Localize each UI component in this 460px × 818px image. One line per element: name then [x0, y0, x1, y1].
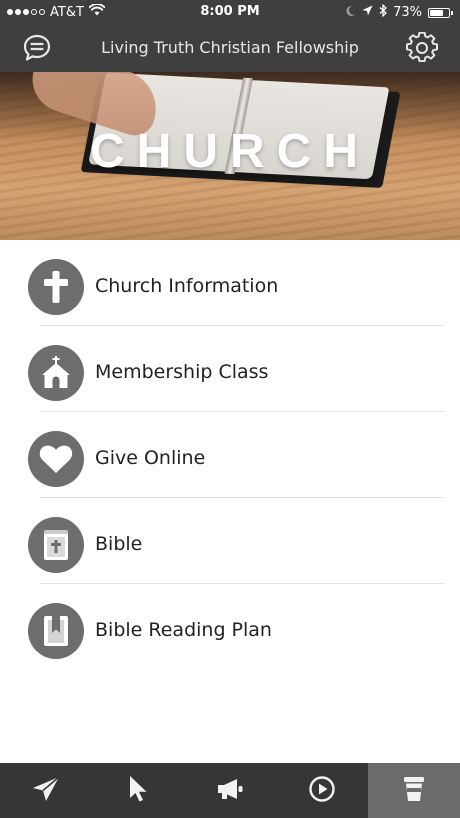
cup-icon [402, 775, 426, 807]
signal-dot [23, 9, 29, 15]
tab-play[interactable] [276, 763, 368, 818]
menu-item-bible-reading-plan[interactable]: Bible Reading Plan [0, 584, 460, 670]
tab-cursor[interactable] [92, 763, 184, 818]
location-arrow-icon [362, 5, 373, 20]
cross-icon [28, 259, 84, 315]
nav-title: Living Truth Christian Fellowship [101, 38, 359, 57]
menu-label: Membership Class [95, 361, 269, 383]
carrier-label: AT&T [50, 4, 84, 20]
signal-dot [31, 9, 37, 15]
menu-item-membership-class[interactable]: Membership Class [0, 326, 460, 412]
battery-fill [430, 9, 444, 16]
menu-list: Church Information Membership Class Give… [0, 240, 460, 670]
hero-title: CHURCH [90, 125, 370, 178]
nav-bar: Living Truth Christian Fellowship [0, 24, 460, 72]
status-bar: AT&T 8:00 PM 73% [0, 0, 460, 24]
signal-strength-icon [7, 9, 45, 15]
menu-item-church-information[interactable]: Church Information [0, 240, 460, 326]
moon-icon [345, 5, 356, 21]
bluetooth-icon [379, 3, 388, 21]
menu-label: Bible Reading Plan [95, 619, 272, 641]
signal-dot [39, 9, 45, 15]
paper-plane-icon [32, 775, 60, 806]
menu-label: Give Online [95, 447, 206, 469]
heart-icon [28, 431, 84, 487]
tab-paper-plane[interactable] [0, 763, 92, 818]
bible-icon [28, 517, 84, 573]
tab-cup[interactable] [368, 763, 460, 818]
gear-icon[interactable] [406, 32, 438, 64]
bookmark-book-icon [28, 603, 84, 659]
megaphone-icon [215, 777, 245, 805]
church-building-icon [28, 345, 84, 401]
menu-item-bible[interactable]: Bible [0, 498, 460, 584]
menu-item-give-online[interactable]: Give Online [0, 412, 460, 498]
menu-label: Bible [95, 533, 143, 555]
battery-icon [428, 7, 453, 18]
signal-dot [7, 9, 13, 15]
wifi-icon [88, 3, 106, 20]
signal-dot [15, 9, 21, 15]
tab-megaphone[interactable] [184, 763, 276, 818]
hero-banner: CHURCH [0, 72, 460, 240]
battery-percent: 73% [393, 5, 422, 20]
status-left: AT&T [7, 3, 106, 20]
tab-bar [0, 763, 460, 818]
status-right: 73% [345, 3, 453, 21]
chat-bubble-icon[interactable] [21, 32, 53, 64]
cursor-arrow-icon [127, 775, 149, 807]
play-circle-icon [308, 775, 336, 807]
menu-label: Church Information [95, 275, 279, 297]
